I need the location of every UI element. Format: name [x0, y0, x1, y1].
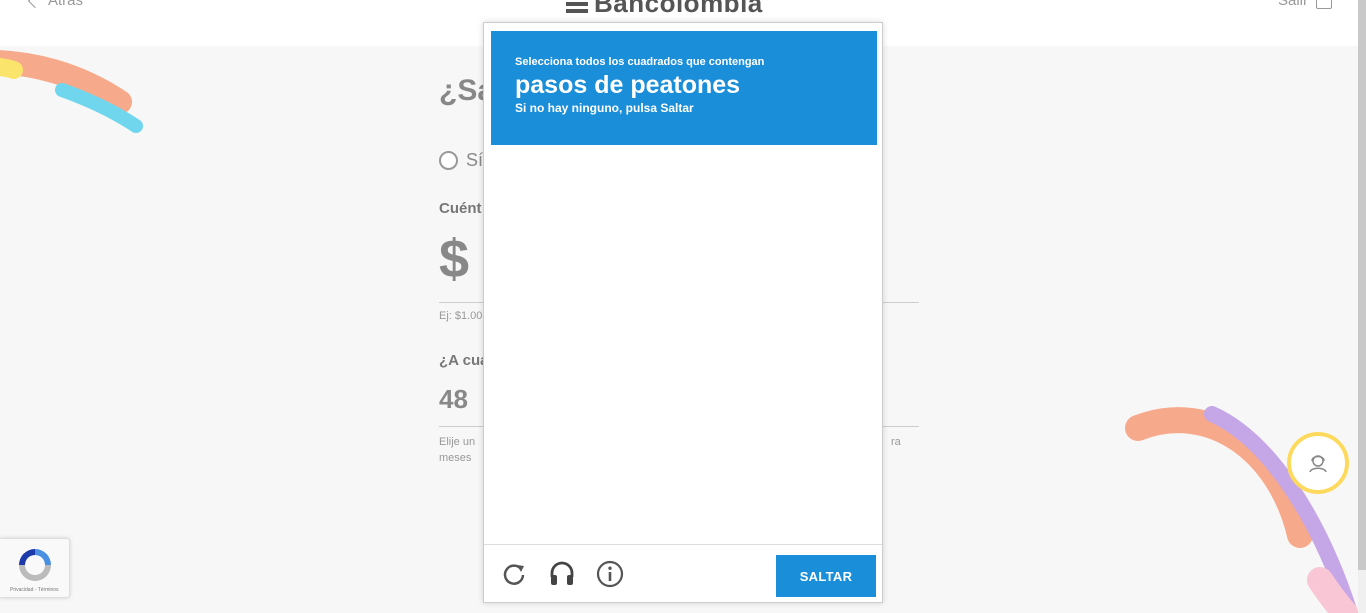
- months-hint-left: Elije un: [439, 436, 476, 448]
- captcha-tile[interactable]: [491, 442, 586, 537]
- captcha-tile[interactable]: [782, 151, 877, 246]
- logout-label: Salir: [1278, 0, 1309, 9]
- brand-name: Bancolombia: [594, 0, 763, 18]
- user-support-icon: [1309, 455, 1327, 473]
- radio-button[interactable]: [439, 151, 458, 170]
- logout-link[interactable]: Salir: [1278, 0, 1333, 9]
- info-button[interactable]: [595, 559, 625, 589]
- captcha-instruction-text: Selecciona todos los cuadrados que conte…: [515, 56, 765, 68]
- audio-challenge-button[interactable]: [547, 559, 577, 589]
- captcha-tile[interactable]: [491, 248, 586, 343]
- captcha-tile[interactable]: [588, 345, 683, 440]
- radio-option-yes[interactable]: Sí: [439, 150, 483, 171]
- recaptcha-footer-text: Privacidad - Términos: [10, 587, 59, 593]
- captcha-dialog: Selecciona todos los cuadrados que conte…: [483, 22, 883, 603]
- captcha-subtext: Si no hay ninguno, pulsa Saltar: [515, 101, 694, 115]
- captcha-image-grid: [491, 151, 877, 537]
- captcha-tile[interactable]: [588, 151, 683, 246]
- captcha-tile[interactable]: [782, 248, 877, 343]
- captcha-tiles: [491, 151, 877, 537]
- months-hint-left-2: meses: [439, 452, 472, 464]
- skip-button[interactable]: SALTAR: [776, 555, 876, 597]
- captcha-tile[interactable]: [588, 248, 683, 343]
- months-hint-right: ra: [891, 436, 901, 448]
- amount-label: Cuént: [439, 200, 482, 217]
- months-input[interactable]: 48: [439, 384, 468, 415]
- captcha-tile[interactable]: [685, 248, 780, 343]
- radio-label: Sí: [466, 150, 484, 170]
- scrollbar-thumb[interactable]: [1358, 0, 1366, 570]
- chevron-left-icon: [27, 0, 43, 8]
- captcha-tile[interactable]: [491, 345, 586, 440]
- months-label: ¿A cuá: [439, 352, 489, 369]
- brand-logo[interactable]: Bancolombia: [566, 0, 763, 19]
- recaptcha-logo-icon: [19, 549, 51, 581]
- captcha-tile[interactable]: [685, 151, 780, 246]
- info-icon: [596, 560, 624, 588]
- reload-button[interactable]: [499, 559, 529, 589]
- reload-icon: [503, 564, 525, 585]
- captcha-tile[interactable]: [491, 151, 586, 246]
- captcha-tile[interactable]: [782, 442, 877, 537]
- captcha-footer: SALTAR: [484, 544, 882, 602]
- captcha-instructions: Selecciona todos los cuadrados que conte…: [491, 31, 877, 145]
- recaptcha-badge[interactable]: Privacidad - Términos: [0, 538, 70, 598]
- page-scrollbar[interactable]: [1358, 0, 1366, 613]
- captcha-tile[interactable]: [588, 442, 683, 537]
- captcha-tile[interactable]: [685, 442, 780, 537]
- headphones-icon: [550, 561, 574, 585]
- captcha-tile[interactable]: [685, 345, 780, 440]
- captcha-tile[interactable]: [782, 345, 877, 440]
- back-link[interactable]: Atrás: [26, 0, 83, 9]
- brand-mark-icon: [566, 0, 588, 13]
- back-label: Atrás: [48, 0, 84, 9]
- logout-icon: [1316, 0, 1333, 9]
- help-chat-button[interactable]: [1287, 432, 1349, 494]
- captcha-target-object: pasos de peatones: [515, 71, 741, 99]
- amount-hint: Ej: $1.00: [439, 310, 483, 322]
